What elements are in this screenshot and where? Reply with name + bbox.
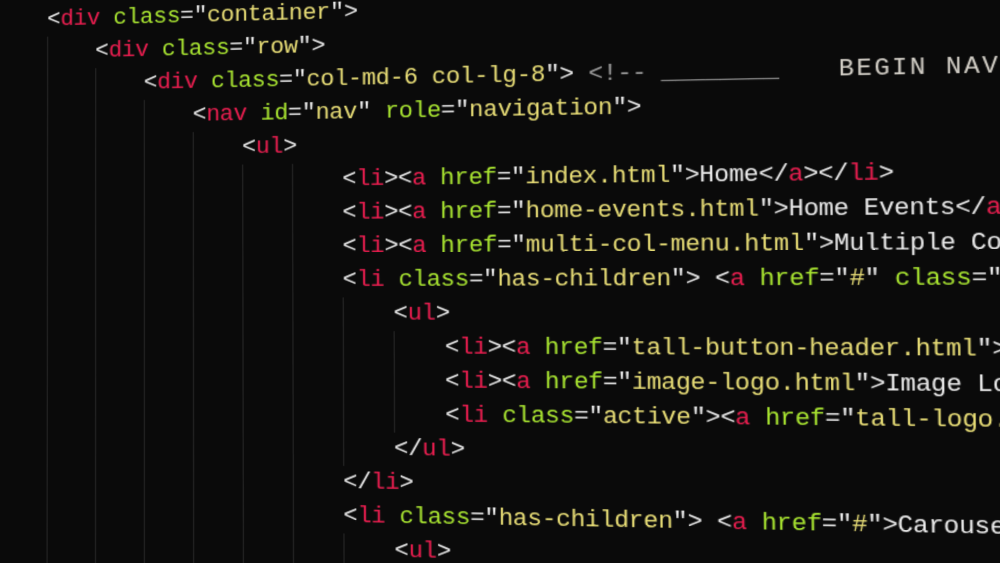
code-line: <li><a href="tall-button-header.html">Ta… <box>0 330 1000 368</box>
code-line: <li><a href="multi-col-menu.html">Multip… <box>0 225 1000 265</box>
code-line: <ul> <box>0 297 1000 333</box>
code-editor: <div class="container"> <div class="row"… <box>0 0 1000 563</box>
code-line: <li class="has-children"> <a href="#" cl… <box>0 261 1000 298</box>
